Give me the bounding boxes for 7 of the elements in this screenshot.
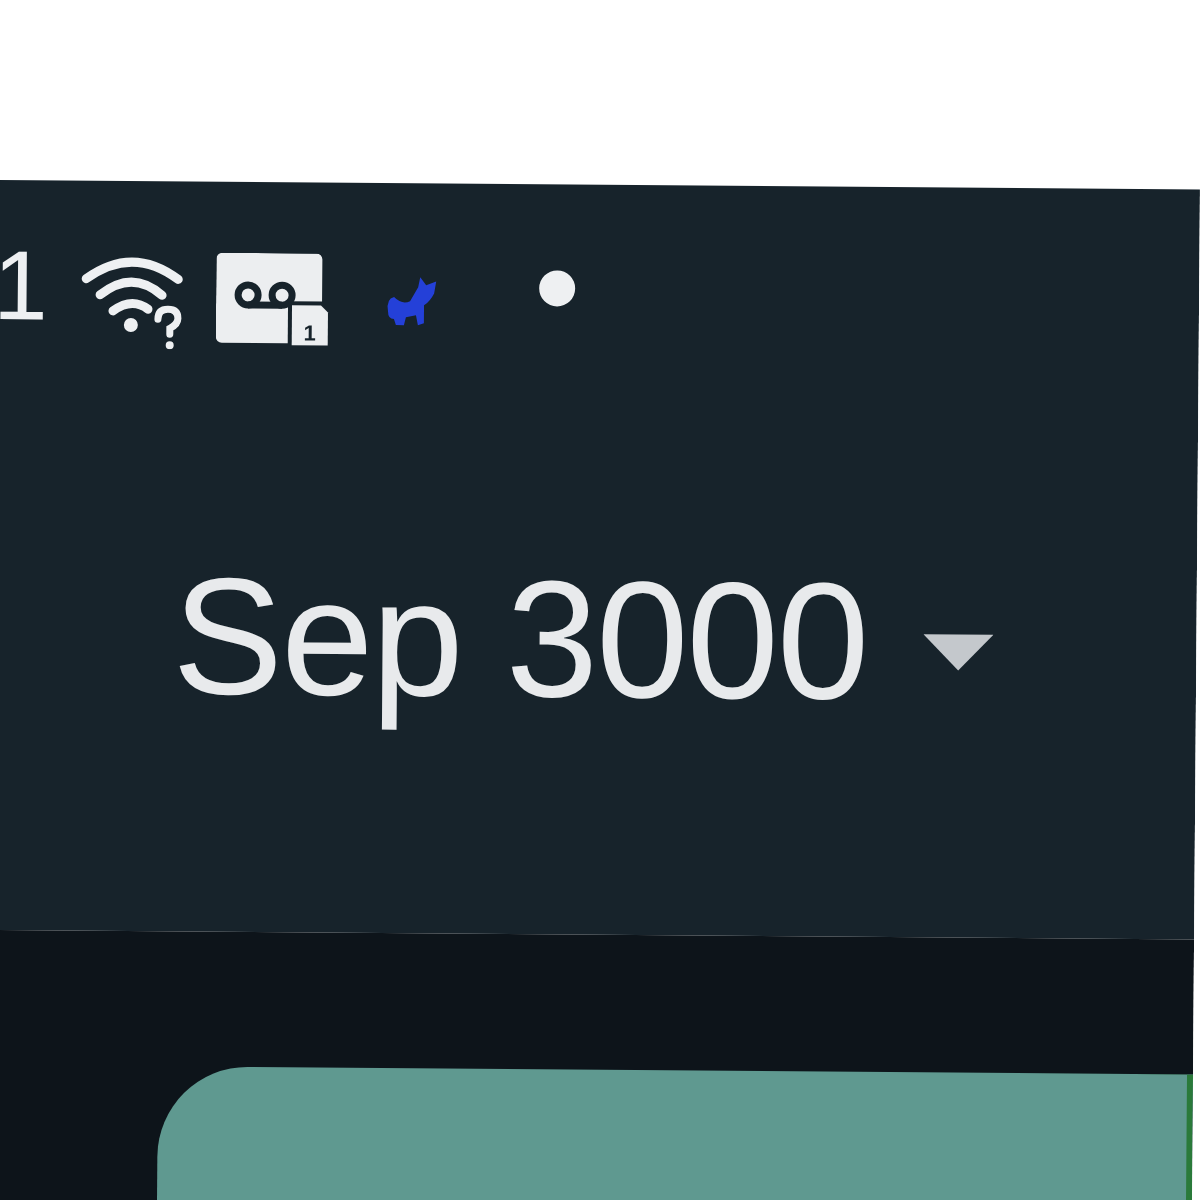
sim-card-icon	[291, 305, 328, 346]
sim-slot-number: 1	[303, 320, 316, 346]
month-label: Sep 3000	[171, 542, 868, 736]
caret-icon	[922, 631, 994, 673]
voicemail-icon	[215, 252, 322, 344]
notification-dot-icon	[537, 269, 576, 308]
month-picker[interactable]: Sep 3000	[171, 536, 994, 742]
